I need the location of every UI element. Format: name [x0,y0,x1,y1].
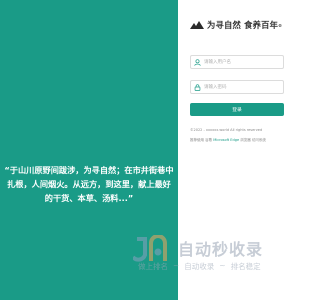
watermark-overlay: 自动秒收录 做上排名 ~ 自动收录 ~ 排名稳定 [133,233,293,279]
lock-icon [194,83,201,91]
registered-mark: ® [278,22,283,28]
browser-hint-suffix: 浏览器 访问系统 [240,138,266,142]
watermark-subtitle: 做上排名 ~ 自动收录 ~ 排名稳定 [138,261,261,272]
watermark-item: 自动收录 [184,262,215,271]
username-field[interactable] [190,55,284,69]
watermark-separator: ~ [173,261,180,270]
watermark-item: 做上排名 [138,262,168,271]
watermark-separator: ~ [219,261,226,270]
brand-logo: 为寻自然 食养百年 ® [190,15,300,35]
username-input[interactable] [204,57,282,67]
user-icon [194,58,201,66]
mountain-logo-icon [190,21,204,29]
browser-hint: 推荐使用 谷歌 Microsoft Edge 浏览器 访问系统 [190,138,298,143]
copyright-text: ©2022 - xxxxxx.world All rights reserved [190,128,263,132]
password-input[interactable] [204,82,282,92]
login-button[interactable]: 登录 [190,103,284,116]
brand-quote: “于山川原野间跋涉，为寻自然；在市井街巷中扎根，人间烟火。从远方，到这里，献上最… [4,165,174,203]
browser-hint-prefix: 推荐使用 谷歌 [190,138,213,142]
edge-link[interactable]: Microsoft Edge [213,138,239,142]
watermark-title: 自动秒收录 [178,240,264,259]
watermark-item: 排名稳定 [230,262,261,271]
brand-name: 为寻自然 食养百年 [207,20,279,30]
password-field[interactable] [190,80,284,94]
